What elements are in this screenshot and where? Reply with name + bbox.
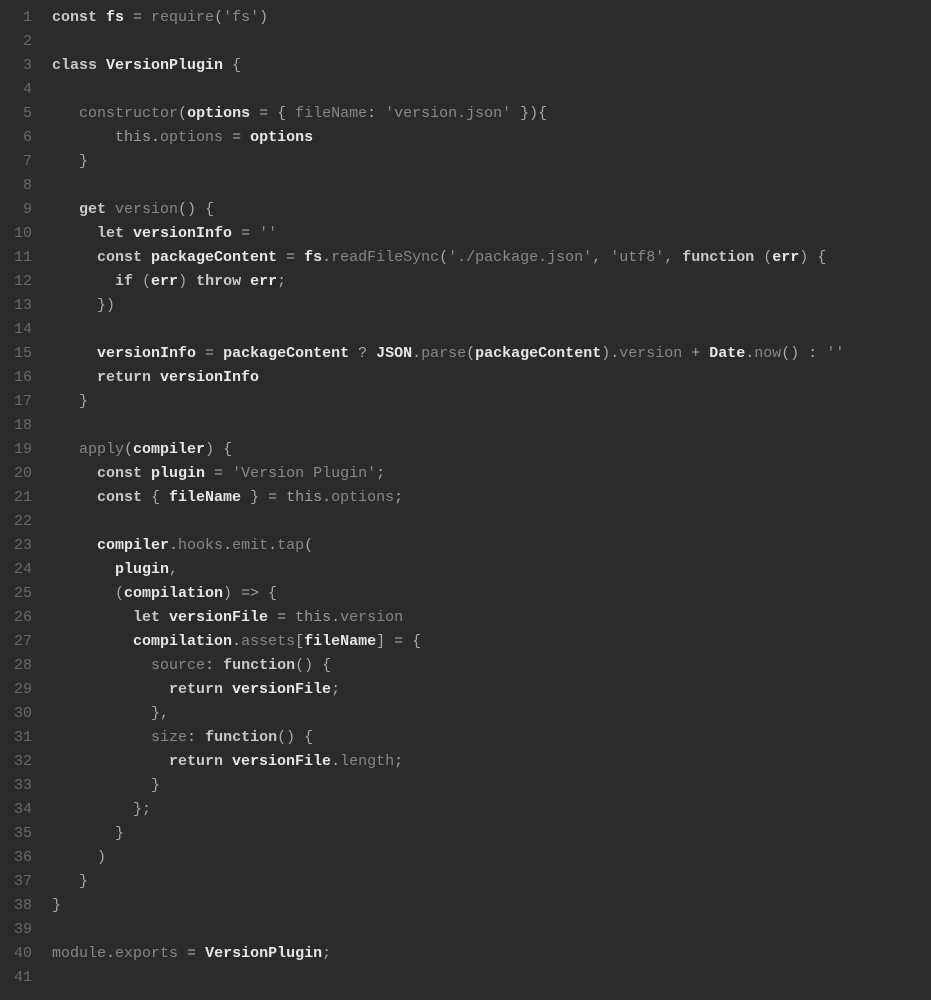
line-number: 18: [0, 414, 32, 438]
line-number: 36: [0, 846, 32, 870]
code-line[interactable]: const plugin = 'Version Plugin';: [52, 462, 931, 486]
line-number: 28: [0, 654, 32, 678]
code-line[interactable]: [52, 78, 931, 102]
code-line[interactable]: [52, 30, 931, 54]
line-number: 26: [0, 606, 32, 630]
code-line[interactable]: if (err) throw err;: [52, 270, 931, 294]
line-number: 11: [0, 246, 32, 270]
line-number: 39: [0, 918, 32, 942]
line-number: 22: [0, 510, 32, 534]
line-number: 2: [0, 30, 32, 54]
code-line[interactable]: },: [52, 702, 931, 726]
line-number: 3: [0, 54, 32, 78]
line-number: 38: [0, 894, 32, 918]
code-line[interactable]: }: [52, 150, 931, 174]
line-number: 34: [0, 798, 32, 822]
code-line[interactable]: [52, 174, 931, 198]
code-line[interactable]: versionInfo = packageContent ? JSON.pars…: [52, 342, 931, 366]
code-line[interactable]: return versionFile;: [52, 678, 931, 702]
code-content[interactable]: const fs = require('fs') class VersionPl…: [40, 6, 931, 1000]
line-number: 33: [0, 774, 32, 798]
code-line[interactable]: }: [52, 822, 931, 846]
code-line[interactable]: apply(compiler) {: [52, 438, 931, 462]
line-number: 1: [0, 6, 32, 30]
code-line[interactable]: const { fileName } = this.options;: [52, 486, 931, 510]
code-line[interactable]: size: function() {: [52, 726, 931, 750]
line-number: 4: [0, 78, 32, 102]
line-number: 40: [0, 942, 32, 966]
code-line[interactable]: }: [52, 774, 931, 798]
code-line[interactable]: [52, 414, 931, 438]
line-number: 14: [0, 318, 32, 342]
line-number: 10: [0, 222, 32, 246]
line-number: 25: [0, 582, 32, 606]
line-number: 21: [0, 486, 32, 510]
line-number: 17: [0, 390, 32, 414]
code-line[interactable]: };: [52, 798, 931, 822]
code-line[interactable]: const packageContent = fs.readFileSync('…: [52, 246, 931, 270]
code-line[interactable]: let versionInfo = '': [52, 222, 931, 246]
code-line[interactable]: }): [52, 294, 931, 318]
line-number: 12: [0, 270, 32, 294]
line-number: 32: [0, 750, 32, 774]
line-number: 19: [0, 438, 32, 462]
code-line[interactable]: get version() {: [52, 198, 931, 222]
code-line[interactable]: const fs = require('fs'): [52, 6, 931, 30]
line-number: 31: [0, 726, 32, 750]
line-number: 8: [0, 174, 32, 198]
line-number: 9: [0, 198, 32, 222]
line-number: 5: [0, 102, 32, 126]
line-number: 24: [0, 558, 32, 582]
code-line[interactable]: compilation.assets[fileName] = {: [52, 630, 931, 654]
code-line[interactable]: let versionFile = this.version: [52, 606, 931, 630]
code-line[interactable]: module.exports = VersionPlugin;: [52, 942, 931, 966]
code-line[interactable]: }: [52, 870, 931, 894]
line-number: 13: [0, 294, 32, 318]
code-line[interactable]: return versionFile.length;: [52, 750, 931, 774]
line-number: 30: [0, 702, 32, 726]
line-number: 20: [0, 462, 32, 486]
code-line[interactable]: compiler.hooks.emit.tap(: [52, 534, 931, 558]
code-line[interactable]: class VersionPlugin {: [52, 54, 931, 78]
line-number: 16: [0, 366, 32, 390]
line-number: 6: [0, 126, 32, 150]
code-line[interactable]: source: function() {: [52, 654, 931, 678]
line-number: 7: [0, 150, 32, 174]
code-line[interactable]: constructor(options = { fileName: 'versi…: [52, 102, 931, 126]
code-line[interactable]: [52, 510, 931, 534]
code-line[interactable]: }: [52, 894, 931, 918]
code-line[interactable]: (compilation) => {: [52, 582, 931, 606]
code-line[interactable]: this.options = options: [52, 126, 931, 150]
line-number: 27: [0, 630, 32, 654]
line-number-gutter: 1234567891011121314151617181920212223242…: [0, 6, 40, 1000]
line-number: 29: [0, 678, 32, 702]
code-line[interactable]: return versionInfo: [52, 366, 931, 390]
line-number: 23: [0, 534, 32, 558]
code-editor[interactable]: 1234567891011121314151617181920212223242…: [0, 0, 931, 1000]
code-line[interactable]: [52, 318, 931, 342]
code-line[interactable]: ): [52, 846, 931, 870]
code-line[interactable]: [52, 966, 931, 990]
code-line[interactable]: [52, 918, 931, 942]
code-line[interactable]: }: [52, 390, 931, 414]
line-number: 41: [0, 966, 32, 990]
code-line[interactable]: plugin,: [52, 558, 931, 582]
line-number: 37: [0, 870, 32, 894]
line-number: 35: [0, 822, 32, 846]
line-number: 15: [0, 342, 32, 366]
